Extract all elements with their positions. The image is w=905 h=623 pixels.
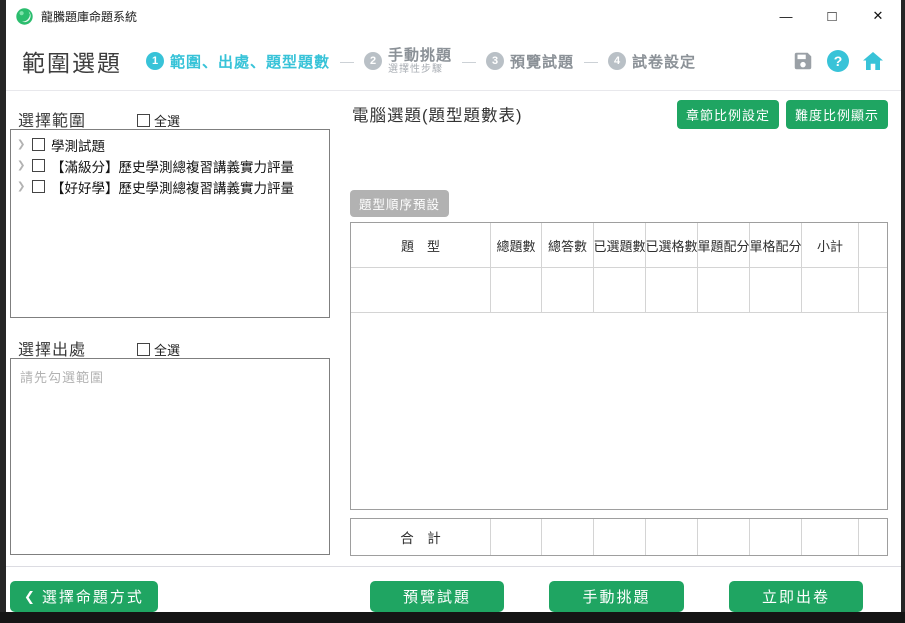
window-title: 龍騰題庫命題系統 [41,8,137,25]
expand-arrow-icon[interactable]: ❯ [17,160,26,171]
step-indicator: 1 範圍、出處、題型題數 — 2 手動挑題 選擇性步驟 — 3 預覽試題 — 4… [146,47,696,76]
tree-item-label: 【滿級分】歷史學測總複習講義實力評量 [51,156,294,176]
table-row [351,268,887,313]
source-select-all-label: 全選 [154,340,180,359]
back-button-label: 選擇命題方式 [42,586,144,607]
tree-item-good-study[interactable]: ❯ 【好好學】歷史學測總複習講義實力評量 [11,176,329,197]
column-header: 總答數 [542,223,594,267]
save-icon[interactable] [791,49,815,73]
step-separator: — [339,53,355,69]
step-4-label: 試卷設定 [632,51,696,72]
preview-questions-button[interactable]: 預覽試題 [370,581,504,612]
back-to-method-button[interactable]: ❮ 選擇命題方式 [10,581,158,612]
step-1-label: 範圍、出處、題型題數 [170,51,330,72]
tree-item-exam-questions[interactable]: ❯ 學測試題 [11,134,329,155]
expand-arrow-icon[interactable]: ❯ [17,181,26,192]
table-header-row: 題 型 總題數 總答數 已選題數 已選格數 單題配分 單格配分 小計 [351,223,887,268]
source-placeholder: 請先勾選範圍 [11,359,329,394]
close-button[interactable]: ✕ [855,0,901,32]
range-select-all-label: 全選 [154,111,180,130]
source-select-all-checkbox[interactable] [137,343,150,356]
question-type-table: 題 型 總題數 總答數 已選題數 已選格數 單題配分 單格配分 小計 [350,222,888,510]
step-separator: — [583,53,599,69]
source-select-all[interactable]: 全選 [137,340,180,359]
expand-arrow-icon[interactable]: ❯ [17,139,26,150]
step-1-number: 1 [146,52,164,70]
footer-divider [6,566,901,567]
range-select-all-checkbox[interactable] [137,114,150,127]
app-logo-icon [16,8,33,25]
maximize-button[interactable]: □ [809,0,855,32]
chapter-ratio-button[interactable]: 章節比例設定 [677,100,779,129]
column-header: 小計 [802,223,859,267]
column-header [859,223,887,267]
title-bar: 龍騰題庫命題系統 — □ ✕ [6,0,901,32]
help-icon[interactable]: ? [827,50,849,72]
step-4-paper-settings[interactable]: 4 試卷設定 [608,51,696,72]
type-order-default-button[interactable]: 題型順序預設 [350,190,449,217]
chevron-left-icon: ❮ [24,589,35,605]
page-title: 範圍選題 [22,44,122,78]
minimize-button[interactable]: — [763,0,809,32]
range-tree: ❯ 學測試題 ❯ 【滿級分】歷史學測總複習講義實力評量 ❯ 【好好學】歷史學測總… [10,129,330,318]
column-header: 已選題數 [594,223,646,267]
tree-item-full-score[interactable]: ❯ 【滿級分】歷史學測總複習講義實力評量 [11,155,329,176]
step-2-number: 2 [364,52,382,70]
total-label: 合 計 [351,519,491,555]
difficulty-ratio-button[interactable]: 難度比例顯示 [786,100,888,129]
column-header: 單題配分 [698,223,750,267]
step-2-manual-pick[interactable]: 2 手動挑題 選擇性步驟 [364,47,452,76]
tree-item-checkbox[interactable] [32,159,45,172]
header-icons: ? [791,49,885,73]
manual-pick-button[interactable]: 手動挑題 [549,581,684,612]
step-2-label: 手動挑題 [388,47,452,64]
tree-item-label: 【好好學】歷史學測總複習講義實力評量 [51,177,294,197]
step-2-sublabel: 選擇性步驟 [388,64,452,76]
wizard-header: 範圍選題 1 範圍、出處、題型題數 — 2 手動挑題 選擇性步驟 — 3 預覽試… [6,32,901,91]
step-4-number: 4 [608,52,626,70]
taskbar-strip [0,612,905,623]
tree-item-label: 學測試題 [51,135,105,155]
step-1-range[interactable]: 1 範圍、出處、題型題數 [146,51,330,72]
column-header: 總題數 [491,223,542,267]
create-paper-button[interactable]: 立即出卷 [729,581,863,612]
source-list: 請先勾選範圍 [10,358,330,555]
column-header: 單格配分 [750,223,802,267]
range-section-title: 選擇範圍 [18,107,86,131]
step-3-preview[interactable]: 3 預覽試題 [486,51,574,72]
table-total-row: 合 計 [350,518,888,556]
tree-item-checkbox[interactable] [32,138,45,151]
tree-item-checkbox[interactable] [32,180,45,193]
window-controls: — □ ✕ [763,0,901,32]
screen-edge-left [0,0,6,623]
range-select-all[interactable]: 全選 [137,111,180,130]
column-header: 已選格數 [646,223,698,267]
step-3-number: 3 [486,52,504,70]
source-section-title: 選擇出處 [18,336,86,360]
right-panel-buttons: 章節比例設定 難度比例顯示 [697,100,888,129]
step-separator: — [461,53,477,69]
column-header: 題 型 [351,223,491,267]
computer-selection-title: 電腦選題(題型題數表) [352,102,523,126]
step-3-label: 預覽試題 [510,51,574,72]
screen-edge-right [901,0,905,623]
home-icon[interactable] [861,49,885,73]
